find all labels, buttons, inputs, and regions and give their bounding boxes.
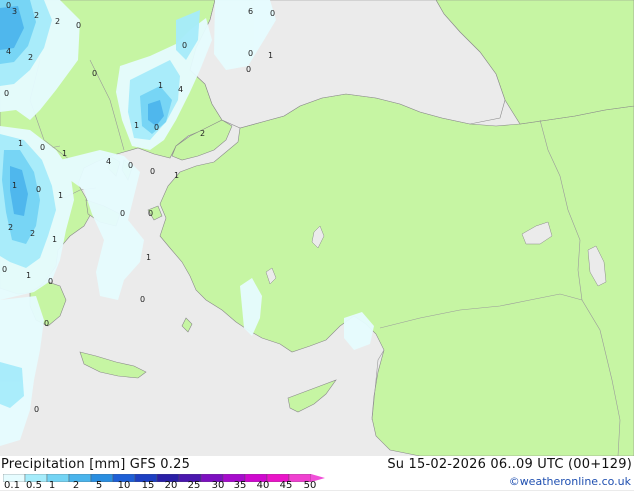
precip-value-label: 0	[6, 1, 11, 10]
precip-value-label: 0	[76, 21, 81, 30]
precip-value-label: 1	[52, 235, 57, 244]
precip-value-label: 1	[12, 181, 17, 190]
color-scale-tick: 45	[279, 480, 293, 491]
color-scale-tick: 50	[303, 480, 317, 491]
map-title: Precipitation [mm] GFS 0.25	[1, 457, 191, 472]
precip-value-label: 0	[4, 89, 9, 98]
precip-value-label: 2	[8, 223, 13, 232]
credit-link[interactable]: ©weatheronline.co.uk	[509, 475, 631, 488]
precip-value-label: 0	[40, 143, 45, 152]
precip-value-label: 2	[34, 11, 39, 20]
precip-value-label: 0	[246, 65, 251, 74]
color-scale-tick: 30	[211, 480, 225, 491]
precip-value-label: 4	[6, 47, 11, 56]
precip-value-label: 1	[134, 121, 139, 130]
precip-value-label: 0	[36, 185, 41, 194]
precip-value-label: 2	[200, 129, 205, 138]
color-scale-tick: 2	[72, 480, 80, 491]
precip-value-label: 0	[248, 49, 253, 58]
precip-value-label: 0	[120, 209, 125, 218]
legend-footer: Precipitation [mm] GFS 0.25 Su 15-02-202…	[0, 456, 634, 491]
color-scale-tick: 1	[48, 480, 56, 491]
precip-value-label: 0	[128, 161, 133, 170]
precip-value-label: 0	[154, 123, 159, 132]
precip-value-label: 1	[158, 81, 163, 90]
color-scale-tick: 5	[95, 480, 103, 491]
precip-value-label: 2	[55, 17, 60, 26]
precip-value-label: 0	[182, 41, 187, 50]
precip-value-label: 0	[92, 69, 97, 78]
color-scale-tick: 0.1	[4, 480, 20, 491]
precip-value-label: 0	[48, 277, 53, 286]
precip-value-label: 1	[62, 149, 67, 158]
color-scale-tick: 20	[164, 480, 178, 491]
precipitation-map: 3 2 2 0 4 2 0 0 6 0 0 1 1 4 1 0 2 1 0 1 4 0 0 1 1 0 1 0 2 2 1 1 0 1 0 0 0 0 0 0…	[0, 0, 634, 456]
precip-value-label: 0	[44, 319, 49, 328]
valid-time: Su 15-02-2026 06..09 UTC (00+129)	[387, 457, 632, 472]
precip-value-label: 1	[146, 253, 151, 262]
precip-value-label: 4	[178, 85, 183, 94]
color-scale-tick: 40	[256, 480, 270, 491]
precip-value-label: 0	[270, 9, 275, 18]
precip-value-label: 1	[268, 51, 273, 60]
precip-value-label: 0	[140, 295, 145, 304]
precip-value-label: 1	[18, 139, 23, 148]
color-scale-tick: 10	[117, 480, 131, 491]
precip-value-label: 0	[34, 405, 39, 414]
precip-value-label: 1	[58, 191, 63, 200]
color-scale-tick: 15	[141, 480, 155, 491]
precip-value-label: 4	[106, 157, 111, 166]
precip-value-label: 2	[30, 229, 35, 238]
precip-value-label: 0	[148, 209, 153, 218]
color-scale-tick: 25	[187, 480, 201, 491]
precip-value-label: 6	[248, 7, 253, 16]
precip-value-label: 0	[150, 167, 155, 176]
precip-value-label: 3	[12, 7, 17, 16]
color-scale-tick: 35	[233, 480, 247, 491]
precip-value-label: 0	[2, 265, 7, 274]
precip-value-label: 1	[174, 171, 179, 180]
color-scale-tick: 0.5	[26, 480, 42, 491]
precip-value-label: 2	[28, 53, 33, 62]
precip-value-label: 1	[26, 271, 31, 280]
